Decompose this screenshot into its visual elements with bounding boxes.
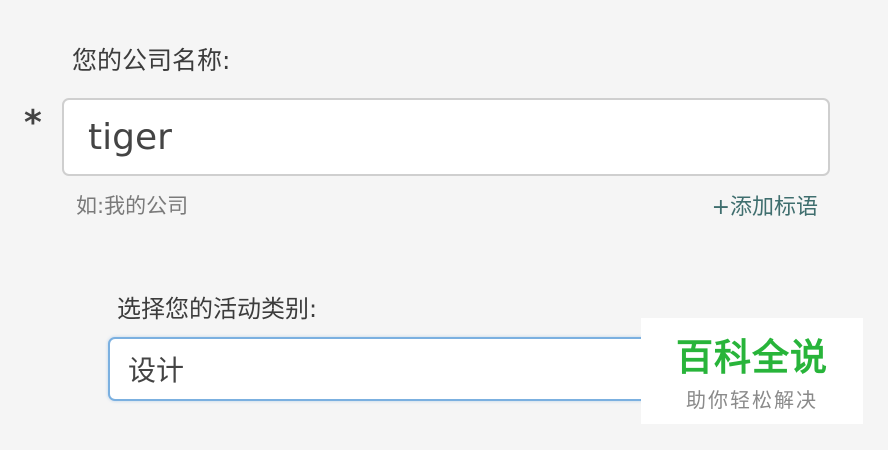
activity-category-label: 选择您的活动类别:	[117, 295, 318, 323]
add-slogan-link[interactable]: +添加标语	[712, 189, 818, 221]
watermark-brand: 百科全说	[676, 336, 828, 379]
watermark-tagline: 助你轻松解决	[686, 387, 818, 412]
company-name-label: 您的公司名称:	[72, 46, 231, 75]
activity-category-value: 设计	[128, 354, 185, 387]
required-marker: *	[24, 103, 42, 143]
company-name-hint: 如:我的公司	[76, 194, 189, 218]
watermark-logo: 百科全说 助你轻松解决	[641, 318, 863, 424]
company-name-input[interactable]	[62, 98, 830, 176]
